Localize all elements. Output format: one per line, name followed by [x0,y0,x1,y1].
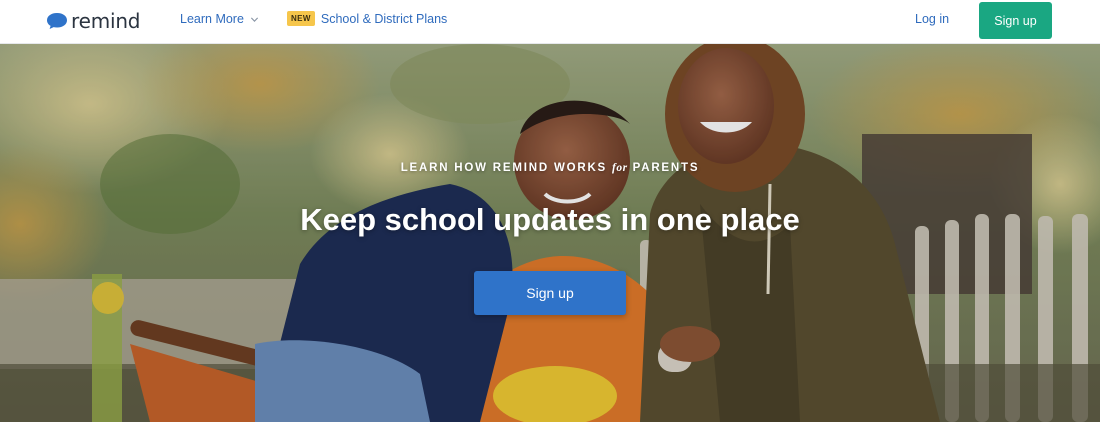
learn-more-menu[interactable]: Learn More [180,12,259,26]
new-badge: NEW [287,11,315,26]
kicker-emphasis: for [612,162,628,174]
brand-name: remind [71,9,141,33]
signup-button-hero[interactable]: Sign up [474,271,626,315]
signup-button-header[interactable]: Sign up [979,2,1052,39]
school-district-plans-link[interactable]: NEW School & District Plans [287,11,447,26]
kicker-prefix: LEARN HOW REMIND WORKS [400,162,608,174]
plans-label: School & District Plans [320,11,448,26]
learn-more-label: Learn More [180,12,244,26]
hero-section: LEARN HOW REMIND WORKS for PARENTS Keep … [0,44,1100,422]
hero-headline: Keep school updates in one place [300,202,800,237]
login-link[interactable]: Log in [915,12,949,26]
kicker-suffix: PARENTS [632,162,700,174]
chevron-down-icon [250,16,259,22]
speech-bubble-icon [47,13,67,29]
top-nav: remind Learn More NEW School & District … [0,0,1100,44]
remind-logo[interactable]: remind [46,9,141,33]
hero-kicker: LEARN HOW REMIND WORKS for PARENTS [0,162,1100,174]
